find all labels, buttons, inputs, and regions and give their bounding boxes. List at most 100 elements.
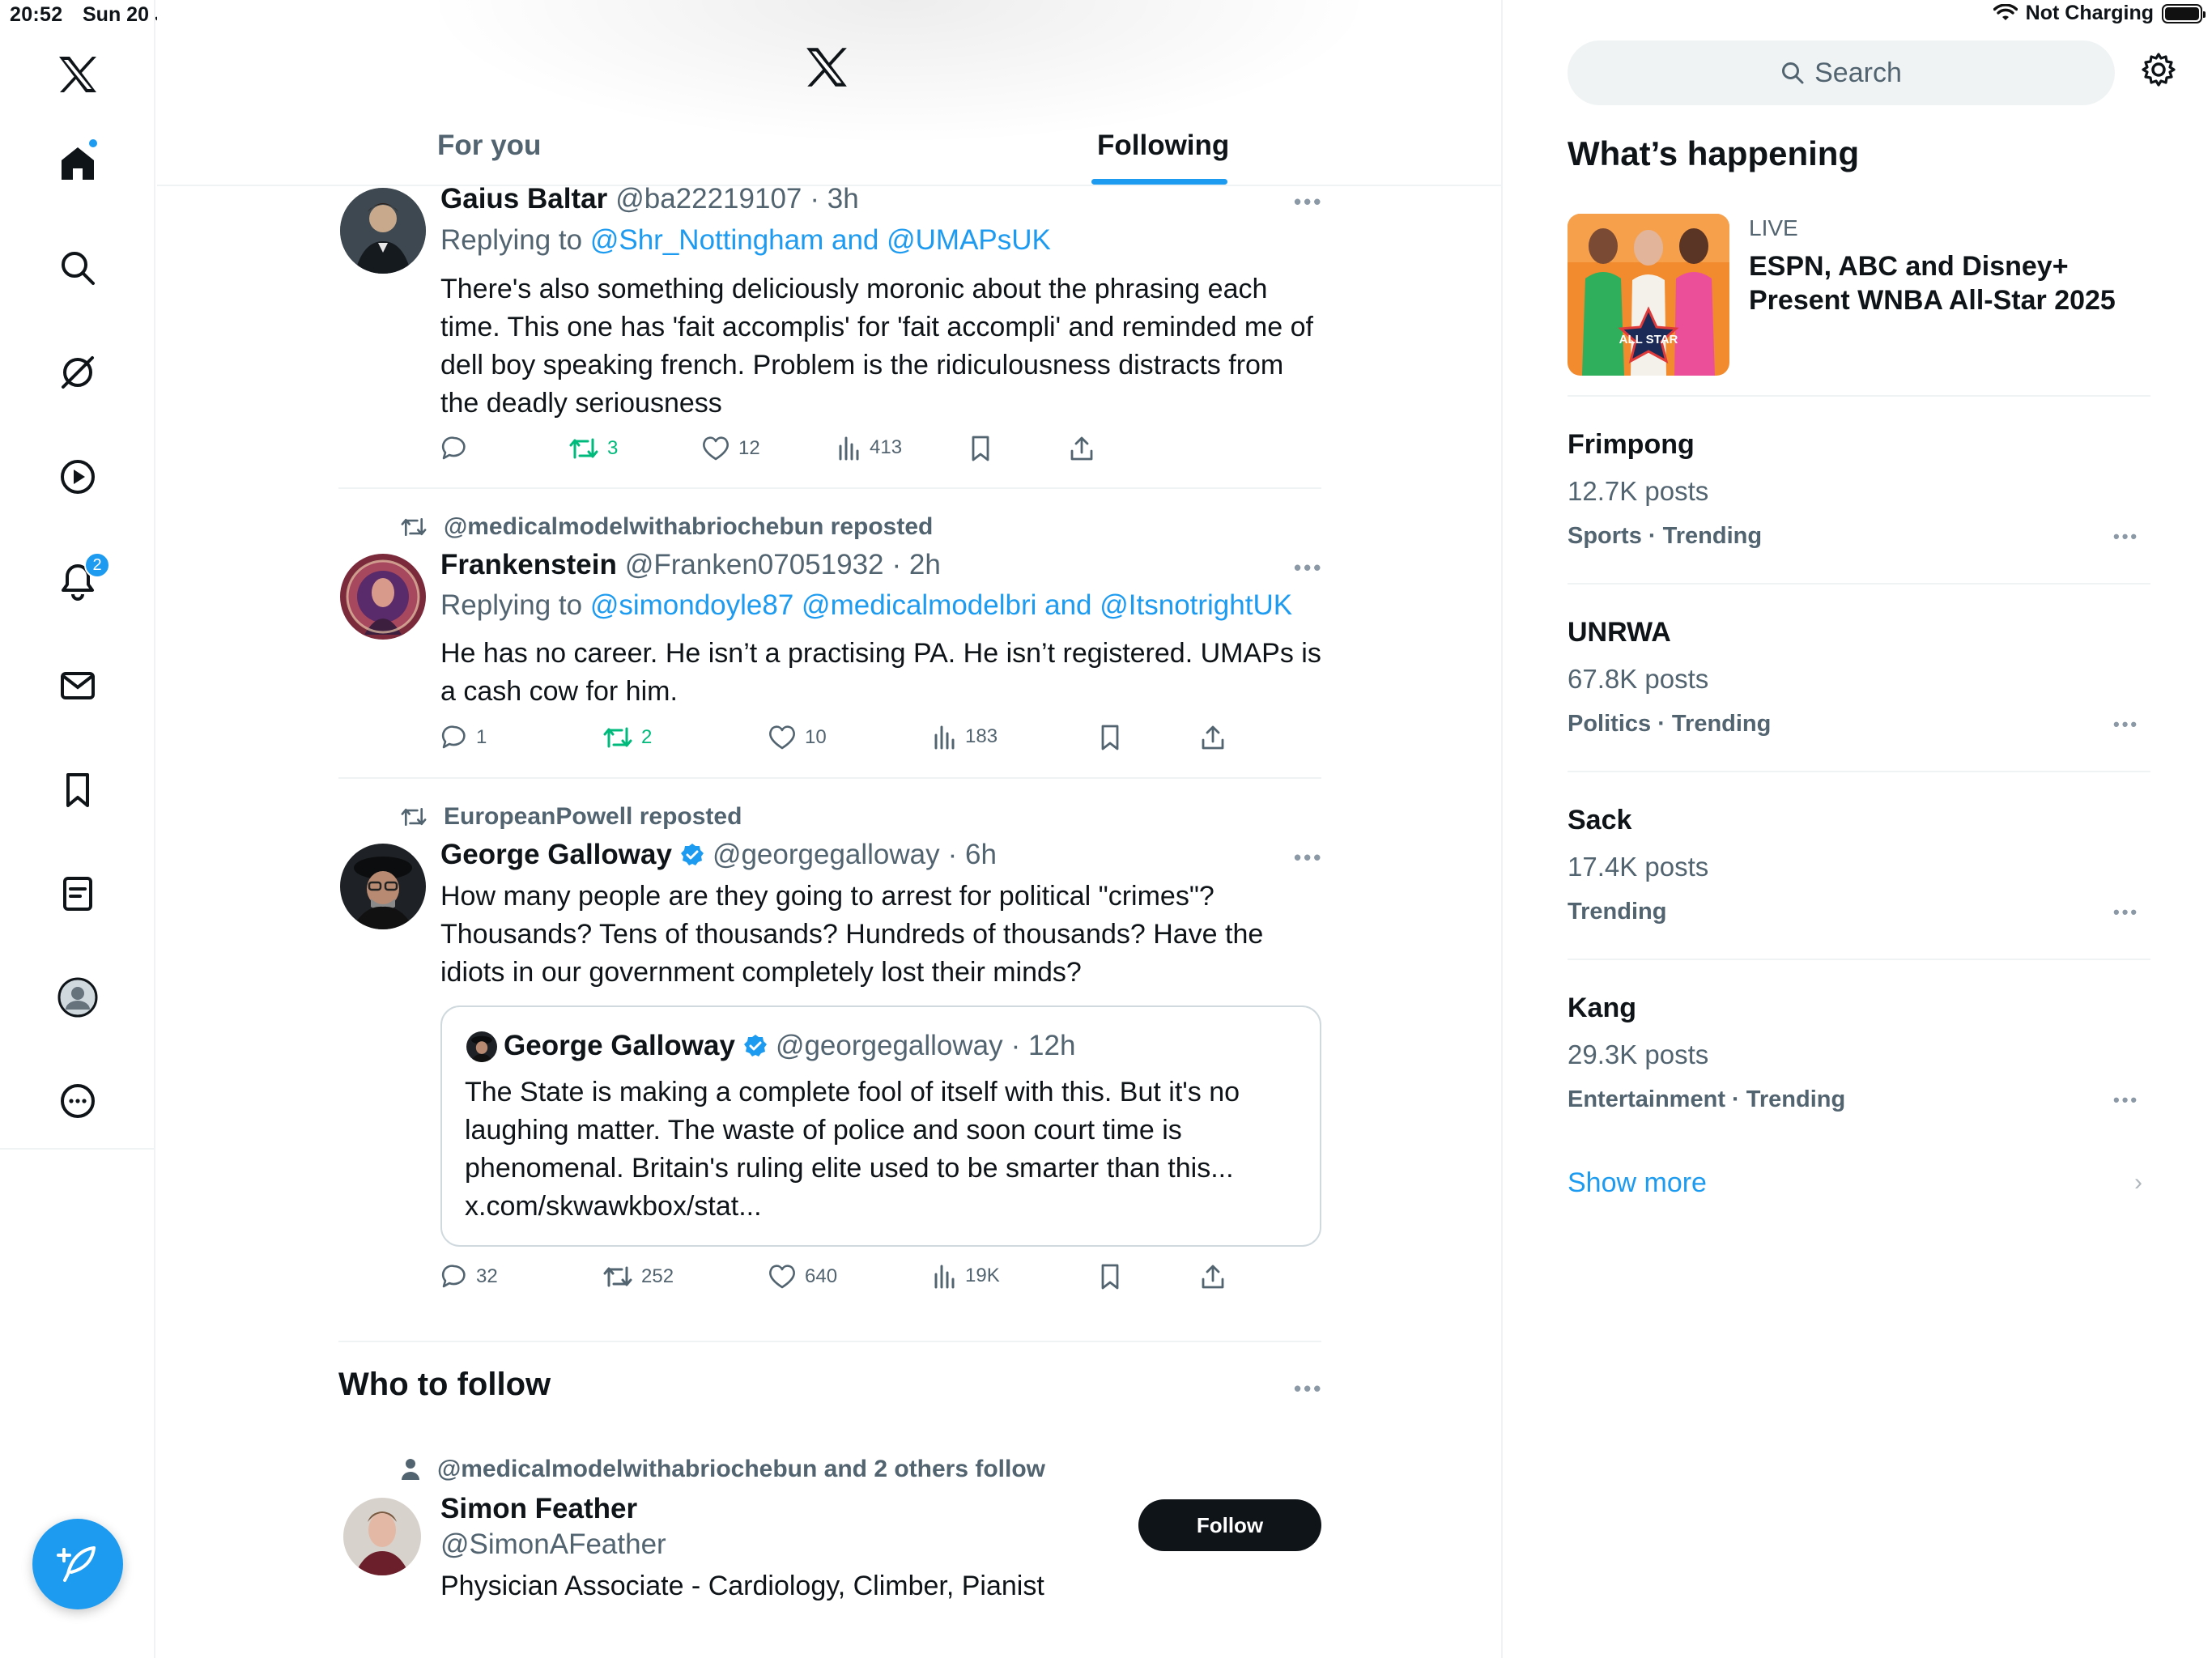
tab-following[interactable]: Following	[1097, 130, 1229, 162]
trend-more-icon[interactable]: •••	[2113, 526, 2139, 547]
author-handle[interactable]: @Franken07051932	[625, 549, 884, 581]
bookmark-button[interactable]	[968, 435, 993, 462]
post-time[interactable]: · 2h	[892, 549, 941, 581]
post-more-icon[interactable]: •••	[1294, 555, 1323, 580]
views-button[interactable]: 413	[837, 435, 902, 461]
bookmark-icon	[1101, 1264, 1119, 1290]
share-icon	[1202, 725, 1224, 750]
heart-icon	[703, 436, 729, 461]
compose-post-button[interactable]	[32, 1519, 123, 1609]
author-name[interactable]: Frankenstein	[440, 549, 617, 581]
who-to-follow-title: Who to follow	[338, 1367, 551, 1402]
search-icon[interactable]	[45, 236, 110, 300]
heart-icon	[769, 725, 795, 750]
profile-avatar-icon[interactable]	[45, 965, 110, 1030]
views-button[interactable]: 19K	[933, 1263, 1000, 1289]
lists-icon[interactable]	[45, 861, 110, 926]
home-icon[interactable]	[45, 131, 110, 196]
reply-icon	[441, 725, 466, 749]
reply-icon	[441, 1265, 466, 1288]
share-button[interactable]	[1069, 435, 1095, 462]
repost-button[interactable]: 252	[602, 1263, 674, 1290]
chevron-right-icon[interactable]: ›	[2134, 1169, 2142, 1197]
notifications-icon[interactable]: 2	[45, 549, 110, 614]
avatar[interactable]	[340, 844, 426, 929]
avatar[interactable]	[340, 554, 426, 640]
follow-button[interactable]: Follow	[1138, 1499, 1321, 1551]
post-time[interactable]: · 3h	[810, 183, 858, 215]
analytics-icon	[934, 725, 955, 750]
post-divider	[338, 1341, 1321, 1342]
quote-author-name: George Galloway	[504, 1030, 735, 1061]
reply-button[interactable]: 1	[440, 724, 487, 751]
share-button[interactable]	[1200, 1263, 1226, 1290]
person-icon	[402, 1459, 419, 1480]
trend-more-icon[interactable]: •••	[2113, 1090, 2139, 1111]
author-handle[interactable]: @georgegalloway	[713, 839, 940, 871]
trend-posts: 29.3K posts	[1568, 1039, 1709, 1069]
trend-name[interactable]: Frimpong	[1568, 429, 1695, 461]
post-text: How many people are they going to arrest…	[440, 881, 1264, 988]
active-tab-indicator	[1091, 179, 1227, 185]
like-button[interactable]: 10	[768, 724, 827, 751]
trend-name[interactable]: Sack	[1568, 805, 1631, 836]
bookmarks-icon[interactable]	[45, 758, 110, 823]
repost-count: 252	[641, 1265, 674, 1287]
video-icon[interactable]	[45, 444, 110, 509]
trend-posts: 67.8K posts	[1568, 664, 1709, 694]
repost-by[interactable]: EuropeanPowell reposted	[444, 803, 742, 831]
grok-icon[interactable]	[45, 340, 110, 405]
trend-more-icon[interactable]: •••	[2113, 714, 2139, 735]
author-name[interactable]: George Galloway	[440, 839, 672, 871]
view-count: 19K	[965, 1265, 1000, 1286]
avatar[interactable]	[340, 188, 426, 274]
suggested-user-name[interactable]: Simon Feather	[440, 1493, 637, 1525]
suggested-user-handle[interactable]: @SimonAFeather	[440, 1528, 666, 1561]
views-button[interactable]: 183	[933, 724, 998, 750]
trend-posts: 17.4K posts	[1568, 852, 1709, 882]
avatar[interactable]	[343, 1498, 421, 1575]
reply-icon	[441, 436, 466, 460]
reply-mentions[interactable]: @Shr_Nottingham and @UMAPsUK	[590, 224, 1051, 256]
share-button[interactable]	[1200, 724, 1226, 751]
reply-button[interactable]: 32	[440, 1263, 498, 1290]
repost-button[interactable]: 3	[568, 435, 618, 462]
reply-mentions[interactable]: @simondoyle87 @medicalmodelbri and @Itsn…	[590, 589, 1292, 621]
repost-icon	[401, 807, 427, 827]
verified-badge-icon	[743, 1035, 767, 1056]
trend-name[interactable]: Kang	[1568, 993, 1636, 1024]
trend-name[interactable]: UNRWA	[1568, 617, 1671, 648]
post-time[interactable]: · 6h	[948, 839, 997, 871]
settings-gear-icon[interactable]	[2141, 52, 2176, 87]
author-name[interactable]: Gaius Baltar	[440, 183, 607, 215]
reply-context: Replying to @simondoyle87 @medicalmodelb…	[440, 589, 1292, 622]
author-handle[interactable]: @ba22219107	[615, 183, 802, 215]
repost-icon	[569, 438, 598, 459]
messages-icon[interactable]	[45, 653, 110, 718]
charging-status: Not Charging	[2025, 2, 2154, 24]
quote-avatar	[466, 1031, 497, 1062]
live-headline[interactable]: ESPN, ABC and Disney+ Present WNBA All-S…	[1749, 249, 2170, 317]
trend-more-icon[interactable]: •••	[2113, 902, 2139, 923]
repost-by[interactable]: @medicalmodelwithabriochebun reposted	[444, 513, 933, 541]
repost-button[interactable]: 2	[602, 724, 652, 751]
x-logo-icon[interactable]	[45, 42, 110, 107]
tab-for-you[interactable]: For you	[437, 130, 541, 162]
verified-badge-icon	[680, 844, 704, 865]
post-more-icon[interactable]: •••	[1294, 189, 1323, 215]
repost-context: EuropeanPowell reposted	[400, 803, 742, 831]
like-button[interactable]: 12	[701, 435, 760, 462]
trend-divider	[1568, 959, 2150, 960]
like-button[interactable]: 640	[768, 1263, 837, 1290]
reply-button[interactable]	[440, 435, 476, 462]
more-options-icon[interactable]	[45, 1069, 110, 1133]
who-to-follow-more-icon[interactable]: •••	[1294, 1376, 1323, 1401]
show-more-link[interactable]: Show more	[1568, 1167, 1707, 1199]
live-event-image[interactable]: ALL STAR	[1568, 214, 1729, 376]
bookmark-button[interactable]	[1098, 1263, 1122, 1290]
search-input[interactable]: Search	[1568, 40, 2115, 105]
analytics-icon	[839, 436, 859, 461]
trend-meta: Politics · Trending	[1568, 711, 1772, 737]
post-more-icon[interactable]: •••	[1294, 845, 1323, 870]
bookmark-button[interactable]	[1098, 724, 1122, 751]
